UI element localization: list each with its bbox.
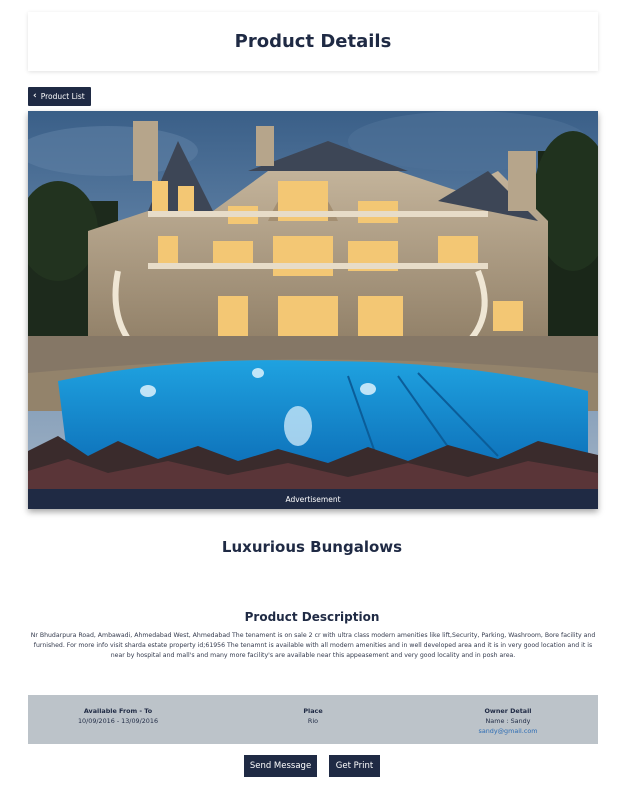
advertisement-label: Advertisement	[285, 494, 341, 504]
product-image: Advertisement	[28, 111, 598, 509]
availability-label: Available From - To	[83, 707, 153, 715]
product-list-back-button[interactable]: ‹ Product List	[28, 87, 91, 106]
owner-label: Owner Detail	[484, 707, 532, 715]
availability-value: 10/09/2016 - 13/09/2016	[77, 717, 159, 725]
mansion-pool-photo	[28, 111, 598, 489]
page-title: Product Details	[234, 31, 392, 52]
owner-email-link[interactable]: sandy@gmail.com	[438, 726, 578, 736]
advertisement-bar: Advertisement	[28, 489, 598, 509]
owner-name: Name : Sandy	[485, 717, 531, 725]
back-button-label: Product List	[40, 92, 85, 101]
product-info-bar: Available From - To 10/09/2016 - 13/09/2…	[28, 695, 598, 744]
product-description: Nr Bhudarpura Road, Ambawadi, Ahmedabad …	[30, 632, 596, 659]
availability-column: Available From - To 10/09/2016 - 13/09/2…	[48, 706, 188, 726]
send-message-button[interactable]: Send Message	[244, 755, 317, 777]
place-column: Place Rio	[243, 706, 383, 726]
get-print-button[interactable]: Get Print	[329, 755, 380, 777]
page-header: Product Details	[28, 12, 598, 71]
chevron-left-icon: ‹	[33, 91, 37, 101]
place-value: Rio	[307, 717, 319, 725]
owner-column: Owner Detail Name : Sandy sandy@gmail.co…	[438, 706, 578, 736]
place-label: Place	[303, 707, 323, 715]
product-name: Luxurious Bungalows	[221, 538, 403, 556]
action-buttons: Send Message Get Print	[0, 755, 624, 777]
description-heading: Product Description	[244, 610, 380, 624]
